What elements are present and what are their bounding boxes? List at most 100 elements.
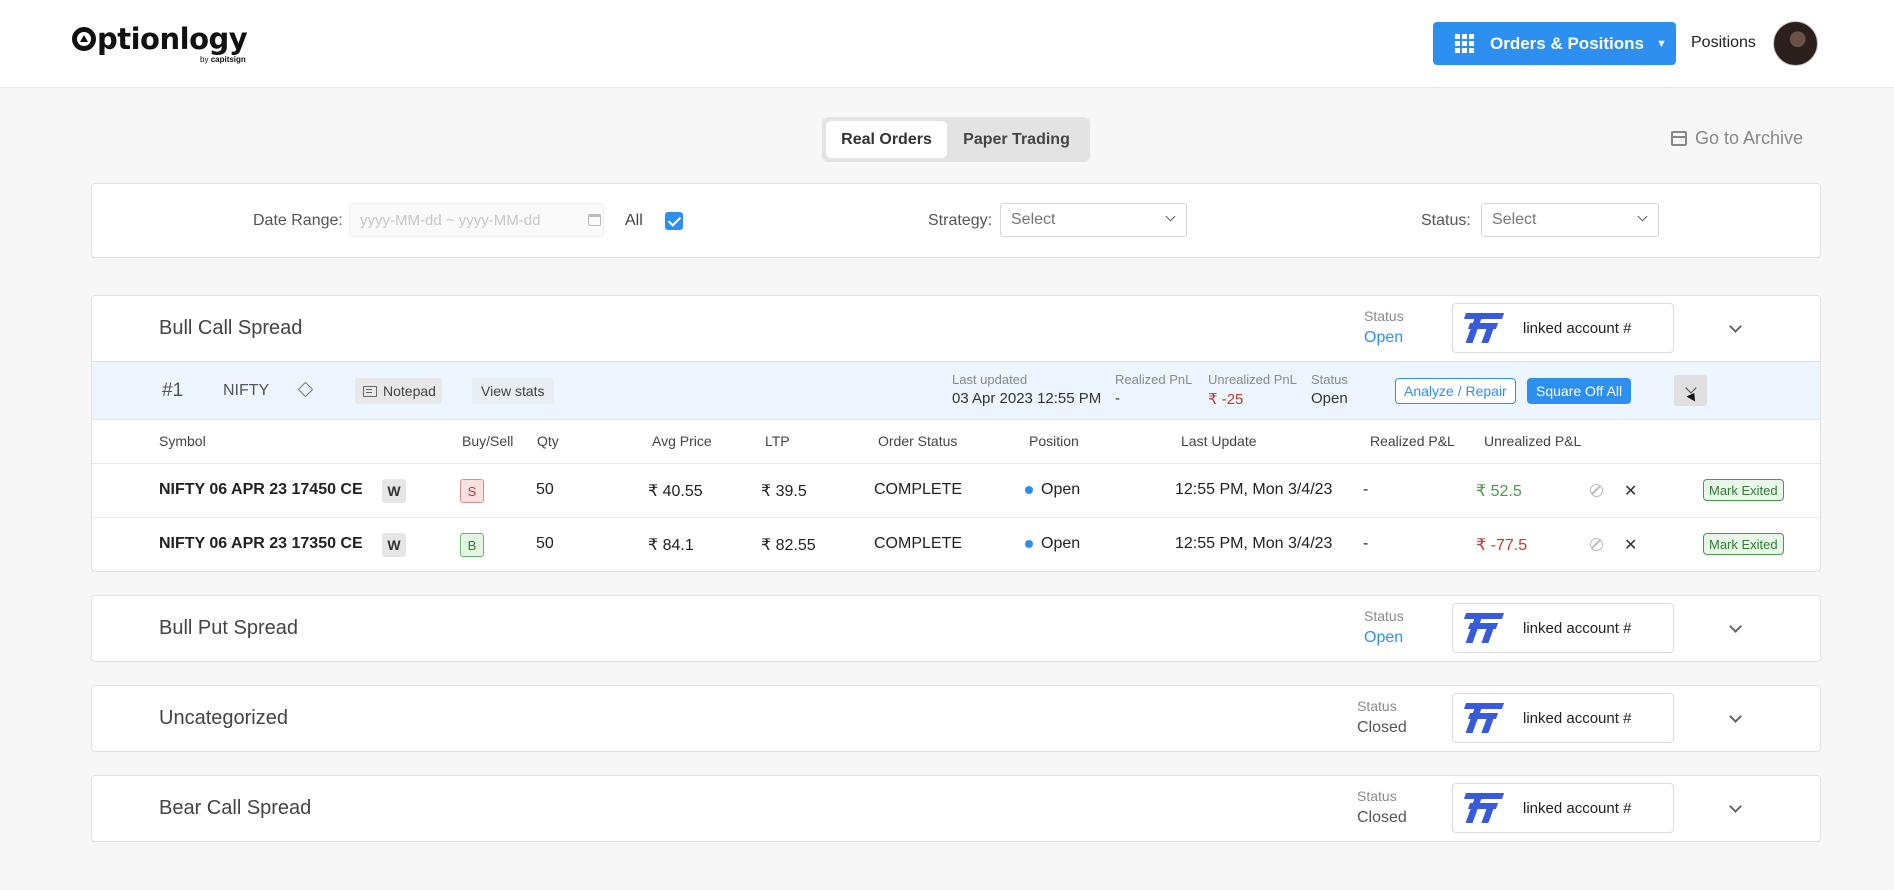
strategy-title: Bull Put Spread: [159, 617, 298, 639]
strategy-card-bull-call-spread: Bull Call Spread Status Open linked acco…: [91, 295, 1821, 572]
row-order-status: COMPLETE: [874, 481, 963, 498]
chevron-down-icon[interactable]: [1729, 320, 1742, 333]
status-select[interactable]: Select: [1481, 203, 1659, 237]
linked-account-label: linked account #: [1523, 709, 1632, 727]
order-number: #1: [162, 380, 184, 401]
chevron-down-icon: [1165, 211, 1176, 222]
row-position: Open: [1025, 535, 1080, 553]
notepad-button[interactable]: Notepad: [355, 378, 442, 404]
orders-positions-button[interactable]: Orders & Positions ▼: [1433, 22, 1676, 65]
chevron-down-icon[interactable]: [1729, 620, 1742, 633]
row-realized: -: [1363, 481, 1369, 498]
weekly-badge: W: [382, 479, 406, 503]
notepad-icon: [363, 385, 377, 397]
last-updated: Last updated 03 Apr 2023 12:55 PM: [952, 372, 1102, 407]
row-symbol: NIFTY 06 APR 23 17350 CE: [159, 535, 363, 552]
strategy-card-uncategorized[interactable]: Uncategorized Status Closed linked accou…: [91, 685, 1821, 752]
strategy-title: Bull Call Spread: [159, 317, 303, 339]
logo-text: ptionlogy: [97, 22, 248, 56]
linked-account-box[interactable]: linked account #: [1452, 693, 1674, 743]
table-row: NIFTY 06 APR 23 17350 CE W B 50 ₹ 84.1 ₹…: [92, 518, 1820, 572]
logo-subtitle: by capitsign: [200, 55, 246, 64]
positions-link[interactable]: Positions: [1691, 34, 1756, 52]
row-ltp: ₹ 82.55: [761, 537, 816, 554]
date-range-label: Date Range:: [253, 212, 343, 229]
linked-account-box[interactable]: linked account #: [1452, 303, 1674, 353]
view-stats-button[interactable]: View stats: [472, 378, 554, 404]
row-ltp: ₹ 39.5: [761, 483, 807, 500]
broker-logo-icon: [1463, 613, 1505, 643]
row-avg-price: ₹ 84.1: [648, 537, 694, 554]
strategy-card-header[interactable]: Bull Call Spread Status Open linked acco…: [92, 296, 1820, 361]
chevron-down-icon: [1637, 211, 1648, 222]
all-checkbox[interactable]: [665, 212, 683, 230]
date-range-input[interactable]: yyyy-MM-dd ~ yyyy-MM-dd: [349, 203, 604, 237]
logo-o-icon: [72, 27, 96, 51]
col-buy-sell: Buy/Sell: [462, 433, 514, 449]
linked-account-label: linked account #: [1523, 319, 1632, 337]
chevron-down-icon[interactable]: [1729, 710, 1742, 723]
filter-bar: Date Range: yyyy-MM-dd ~ yyyy-MM-dd All …: [91, 183, 1821, 258]
col-symbol: Symbol: [159, 433, 206, 449]
close-icon[interactable]: ✕: [1624, 481, 1637, 501]
close-icon[interactable]: ✕: [1624, 535, 1637, 555]
row-last-update: 12:55 PM, Mon 3/4/23: [1175, 535, 1333, 552]
strategy-select[interactable]: Select: [1000, 203, 1187, 237]
order-status: Status Open: [1311, 372, 1348, 407]
tab-real-orders[interactable]: Real Orders: [826, 121, 947, 158]
all-label: All: [625, 212, 643, 229]
analyze-repair-button[interactable]: Analyze / Repair: [1395, 378, 1516, 404]
linked-account-box[interactable]: linked account #: [1452, 783, 1674, 833]
block-icon[interactable]: [1590, 538, 1603, 551]
tab-paper-trading[interactable]: Paper Trading: [947, 121, 1086, 158]
buy-badge: B: [460, 533, 484, 557]
row-last-update: 12:55 PM, Mon 3/4/23: [1175, 481, 1333, 498]
linked-account-box[interactable]: linked account #: [1452, 603, 1674, 653]
broker-logo-icon: [1463, 313, 1505, 343]
status-label: Status:: [1421, 212, 1471, 229]
archive-label: Go to Archive: [1695, 128, 1804, 148]
calendar-icon[interactable]: [588, 214, 601, 226]
col-realized-pnl: Realized P&L: [1370, 433, 1455, 449]
mark-exited-button[interactable]: Mark Exited: [1703, 533, 1784, 555]
strategy-status: Status Closed: [1357, 698, 1407, 736]
strategy-card-bear-call-spread[interactable]: Bear Call Spread Status Closed linked ac…: [91, 775, 1821, 842]
broker-logo-icon: [1463, 703, 1505, 733]
strategy-status: Status Open: [1364, 308, 1404, 346]
row-qty: 50: [536, 535, 554, 552]
strategy-label: Strategy:: [928, 212, 993, 229]
row-unrealized: ₹ -77.5: [1476, 537, 1528, 554]
col-last-update: Last Update: [1181, 433, 1257, 449]
top-bar: ptionlogy by capitsign Orders & Position…: [0, 0, 1894, 88]
status-dot-icon: [1025, 485, 1033, 494]
linked-account-label: linked account #: [1523, 619, 1632, 637]
archive-icon: [1671, 131, 1687, 146]
row-position: Open: [1025, 481, 1080, 499]
apps-grid-icon: [1455, 34, 1474, 53]
chevron-down-icon: ▼: [1655, 37, 1667, 50]
row-qty: 50: [536, 481, 554, 498]
mark-exited-button[interactable]: Mark Exited: [1703, 479, 1784, 501]
status-dot-icon: [1025, 539, 1033, 548]
orders-positions-label: Orders & Positions: [1490, 33, 1644, 53]
square-off-all-button[interactable]: Square Off All: [1527, 378, 1632, 404]
go-to-archive-link[interactable]: Go to Archive: [1671, 128, 1803, 149]
col-order-status: Order Status: [878, 433, 958, 449]
block-icon[interactable]: [1590, 484, 1603, 497]
realized-pnl: Realized PnL -: [1115, 372, 1193, 407]
weekly-badge: W: [382, 533, 406, 557]
col-ltp: LTP: [765, 433, 790, 449]
col-avg-price: Avg Price: [652, 433, 712, 449]
strategy-title: Bear Call Spread: [159, 797, 312, 819]
table-row: NIFTY 06 APR 23 17450 CE W S 50 ₹ 40.55 …: [92, 464, 1820, 518]
strategy-status: Status Closed: [1357, 788, 1407, 826]
chevron-down-icon[interactable]: [1729, 800, 1742, 813]
strategy-title: Uncategorized: [159, 707, 288, 729]
sell-badge: S: [460, 479, 484, 503]
strategy-card-bull-put-spread[interactable]: Bull Put Spread Status Open linked accou…: [91, 595, 1821, 662]
linked-account-label: linked account #: [1523, 799, 1632, 817]
optionlogy-logo[interactable]: ptionlogy by capitsign: [72, 22, 248, 64]
order-symbol: NIFTY: [223, 382, 270, 399]
avatar[interactable]: [1773, 21, 1818, 66]
pencil-icon[interactable]: [297, 381, 314, 398]
